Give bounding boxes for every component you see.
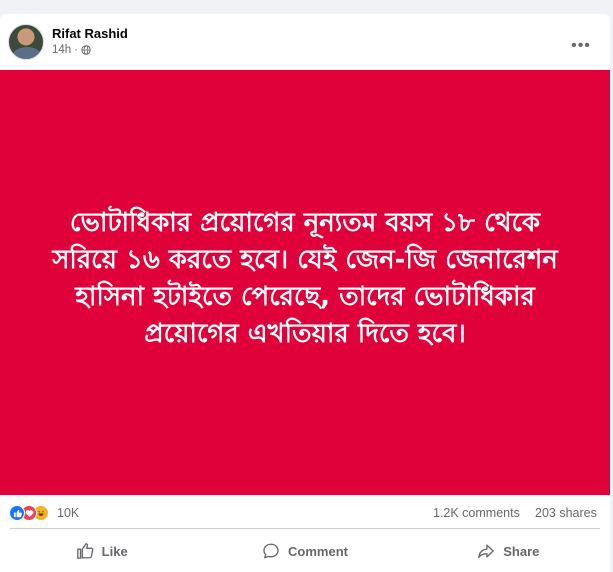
share-label: Share [503, 543, 540, 559]
post-text-banner[interactable]: ভোটাধিকার প্রয়োগের নূন্যতম বয়স ১৮ থেকে… [0, 70, 610, 495]
reactions-summary[interactable]: 10K [9, 503, 79, 523]
post-header: Rifat Rashid 14h · ••• [0, 14, 610, 70]
more-icon: ••• [571, 37, 591, 54]
post-card: Rifat Rashid 14h · ••• ভোটাধিকার প্রয়োগ… [0, 14, 610, 572]
post-banner-text: ভোটাধিকার প্রয়োগের নূন্যতম বয়স ১৮ থেকে… [52, 207, 558, 349]
like-label: Like [101, 543, 128, 559]
post-meta: 14h · [52, 44, 91, 56]
reaction-count: 10K [57, 506, 80, 520]
like-button[interactable]: Like [0, 534, 203, 568]
post-actions: Like Comment Share [0, 534, 610, 568]
post-stats: 10K 1.2K comments 203 shares [0, 502, 610, 526]
meta-separator: · [74, 44, 79, 56]
comments-count[interactable]: 1.2K comments [433, 506, 520, 520]
share-icon [478, 544, 495, 558]
post-time[interactable]: 14h [52, 44, 71, 56]
shares-count[interactable]: 203 shares [535, 506, 597, 520]
globe-icon [81, 45, 91, 55]
like-reaction-icon [9, 505, 25, 521]
share-button[interactable]: Share [407, 534, 610, 568]
comment-icon [263, 543, 279, 559]
avatar[interactable] [8, 24, 44, 60]
thumbs-up-icon [76, 543, 94, 559]
more-options-button[interactable]: ••• [566, 36, 596, 56]
comment-label: Comment [288, 543, 348, 559]
author-name[interactable]: Rifat Rashid [52, 26, 128, 41]
comment-button[interactable]: Comment [203, 534, 406, 568]
divider [10, 528, 600, 529]
